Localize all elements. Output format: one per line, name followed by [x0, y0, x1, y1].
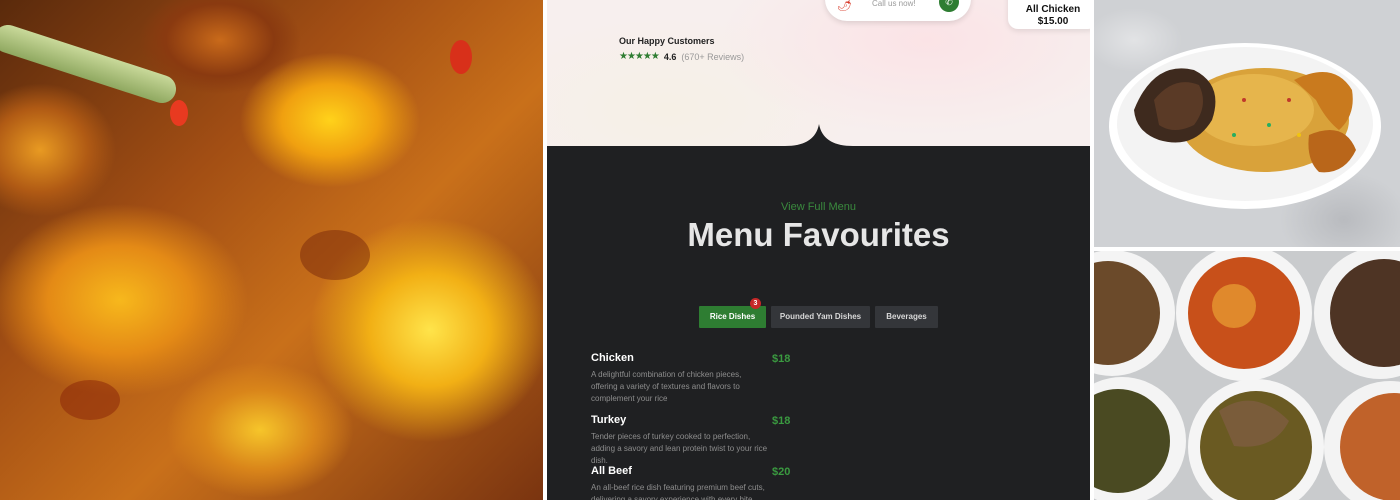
item-name: Turkey [591, 414, 627, 426]
item-description: An all-beef rice dish featuring premium … [591, 483, 765, 500]
rating-stars-icon: ★★★★★ [619, 51, 660, 62]
item-price: $18 [772, 353, 791, 365]
tab-label: Beverages [886, 312, 927, 321]
chili-icon: 🌶 [837, 0, 853, 12]
promo-title: All Chicken [1025, 4, 1081, 15]
item-description: A delightful combination of chicken piec… [591, 370, 742, 403]
menu-item-chicken[interactable]: Chicken $18 A delightful combination of … [591, 352, 790, 405]
item-price: $18 [772, 415, 791, 427]
promo-price: $15.00 [1037, 16, 1069, 27]
happy-customers: Our Happy Customers ★★★★★ 4.6 (670+ Revi… [619, 36, 744, 62]
tab-pounded-yam-dishes[interactable]: Pounded Yam Dishes [771, 306, 870, 328]
call-us-text: Call us now! [872, 0, 916, 8]
jollof-rice-plate-photo [1094, 0, 1400, 247]
menu-item-all-beef[interactable]: All Beef $20 An all-beef rice dish featu… [591, 465, 790, 500]
menu-tabs: Rice Dishes 3 Pounded Yam Dishes Beverag… [547, 298, 1090, 328]
fried-chicken-photo [0, 0, 543, 500]
item-name: All Beef [591, 465, 632, 477]
item-description: Tender pieces of turkey cooked to perfec… [591, 432, 768, 465]
rating-value: 4.6 [663, 51, 677, 62]
promo-card[interactable]: All Chicken $15.00 [1008, 0, 1090, 29]
section-divider-notch [547, 124, 1090, 150]
view-full-menu-link[interactable]: View Full Menu [547, 201, 1090, 213]
menu-section: 🌶 Call us now! ✆ All Chicken $15.00 Our … [547, 0, 1090, 500]
item-price: $20 [772, 466, 791, 478]
tab-beverages[interactable]: Beverages [875, 306, 938, 328]
soup-bowls-photo [1094, 251, 1400, 500]
item-name: Chicken [591, 352, 634, 364]
tab-label: Rice Dishes [709, 312, 756, 321]
phone-icon[interactable]: ✆ [939, 0, 959, 12]
call-us-card[interactable]: 🌶 Call us now! ✆ [825, 0, 971, 21]
menu-title: Menu Favourites [687, 216, 950, 253]
menu-item-turkey[interactable]: Turkey $18 Tender pieces of turkey cooke… [591, 414, 790, 467]
review-count: (670+ Reviews) [681, 51, 745, 62]
tab-rice-dishes[interactable]: Rice Dishes 3 [699, 298, 766, 328]
customers-title: Our Happy Customers [619, 36, 715, 46]
tab-label: Pounded Yam Dishes [779, 312, 862, 321]
count-badge: 3 [750, 298, 761, 309]
